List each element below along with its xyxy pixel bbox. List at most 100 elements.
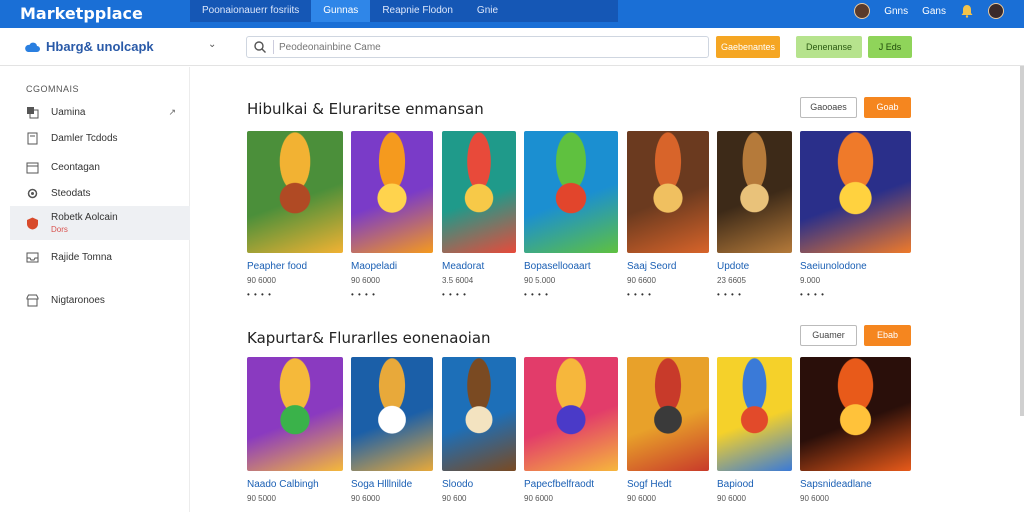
game-cover-image[interactable] (442, 357, 516, 471)
game-cover-image[interactable] (351, 131, 433, 253)
section-orange-button[interactable]: Ebab (864, 325, 911, 346)
sidebar-item-label: Rajide Tomna (51, 251, 112, 263)
sidebar-item-label: Robetk Aolcain (51, 212, 118, 223)
sidebar-title: CGOMNAIS (26, 84, 80, 94)
green-small-button[interactable]: J Eds (868, 36, 912, 58)
game-meta: 23 6605 (717, 276, 746, 285)
bell-icon[interactable] (960, 4, 974, 18)
game-meta: 90 6000 (524, 494, 553, 503)
rating-dots: • • • • (351, 290, 376, 299)
game-card[interactable]: Sloodo 90 600 (442, 357, 516, 503)
game-title[interactable]: Bapiood (717, 479, 792, 490)
game-cover-image[interactable] (524, 357, 618, 471)
game-card[interactable]: Saaj Seord 90 6600 • • • • (627, 131, 709, 299)
sub-bar: Hbarg& unolcapk ⌄ Gaebenantes Denenanse … (0, 28, 1024, 66)
layers-icon (27, 106, 39, 118)
game-card[interactable]: Soga Hlllnilde 90 6000 (351, 357, 433, 503)
search-input[interactable] (279, 39, 699, 55)
top-nav: Poonaionauerr fosriits Gunnas Reapnie Fl… (190, 0, 618, 22)
calendar-icon (26, 162, 39, 173)
scrollbar[interactable] (1020, 66, 1024, 416)
game-card[interactable]: Bapiood 90 6000 (717, 357, 792, 503)
game-title[interactable]: Sapsnideadlane (800, 479, 911, 490)
game-card[interactable]: Sogf Hedt 90 6000 (627, 357, 709, 503)
user-avatar[interactable] (988, 3, 1004, 19)
game-card[interactable]: Updote 23 6605 • • • • (717, 131, 792, 299)
top-bar: Marketpplace Poonaionauerr fosriits Gunn… (0, 0, 1024, 28)
book-icon (27, 132, 38, 144)
game-title[interactable]: Saeiunolodone (800, 261, 911, 272)
game-cover-image[interactable] (717, 131, 792, 253)
game-cover-image[interactable] (800, 357, 911, 471)
sidebar-item-label: Uamina (51, 106, 86, 118)
section-orange-button[interactable]: Goab (864, 97, 911, 118)
section-view-all-button[interactable]: Gaooaes (800, 97, 857, 118)
game-meta: 90 5000 (247, 494, 276, 503)
tab-games[interactable]: Gunnas (311, 0, 371, 22)
sidebar-item-7[interactable]: Nigtaronoes (10, 285, 190, 315)
game-cover-image[interactable] (627, 131, 709, 253)
rating-dots: • • • • (524, 290, 549, 299)
game-meta: 90 6600 (627, 276, 656, 285)
brand-logo[interactable]: Marketpplace (20, 4, 143, 23)
sidebar-item-label: Steodats (51, 187, 91, 199)
rating-dots: • • • • (627, 290, 652, 299)
game-title[interactable]: Papecfbelfraodt (524, 479, 618, 490)
sidebar-item-label: Damler Tcdods (51, 132, 118, 144)
rating-dots: • • • • (717, 290, 742, 299)
chevron-down-icon[interactable]: ⌄ (208, 39, 216, 50)
game-cover-image[interactable] (524, 131, 618, 253)
game-card[interactable]: Peapher food 90 6000 • • • • (247, 131, 343, 299)
sidebar-item-5[interactable]: Robetk Aolcain Dors (10, 206, 190, 240)
game-title[interactable]: Sogf Hedt (627, 479, 709, 490)
game-cover-image[interactable] (800, 131, 911, 253)
orange-action-button[interactable]: Gaebenantes (716, 36, 780, 58)
game-cover-image[interactable] (351, 357, 433, 471)
game-card[interactable]: Bopasellooaart 90 5.000 • • • • (524, 131, 618, 299)
game-title[interactable]: Naado Calbingh (247, 479, 343, 490)
section-title: Kapurtar& Flurarlles eonenaoian (247, 329, 491, 347)
top-link-1[interactable]: Gnns (884, 6, 908, 17)
tab-featured[interactable]: Reapnie Flodon (370, 0, 465, 22)
search-icon[interactable] (253, 40, 267, 54)
game-title[interactable]: Bopasellooaart (524, 261, 618, 272)
sidebar-item-6[interactable]: Rajide Tomna (10, 242, 190, 272)
sidebar-item-sublabel: Dors (51, 225, 68, 234)
search-bar (246, 36, 709, 58)
game-title[interactable]: Maopeladi (351, 261, 433, 272)
game-title[interactable]: Peapher food (247, 261, 343, 272)
game-card[interactable]: Saeiunolodone 9.000 • • • • (800, 131, 911, 299)
game-meta: 90 5.000 (524, 276, 556, 285)
game-cover-image[interactable] (247, 131, 343, 253)
game-title[interactable]: Meadorat (442, 261, 516, 272)
game-card[interactable]: Sapsnideadlane 90 6000 (800, 357, 911, 503)
tab-home[interactable]: Poonaionauerr fosriits (190, 0, 311, 22)
game-cover-image[interactable] (442, 131, 516, 253)
game-meta: 90 600 (442, 494, 467, 503)
game-card[interactable]: Meadorat 3.5 6004 • • • • (442, 131, 516, 299)
sidebar-item-2[interactable]: Damler Tcdods (10, 123, 190, 153)
game-title[interactable]: Sloodo (442, 479, 516, 490)
game-cover-image[interactable] (247, 357, 343, 471)
game-card[interactable]: Naado Calbingh 90 5000 (247, 357, 343, 503)
game-cover-image[interactable] (627, 357, 709, 471)
game-card[interactable]: Papecfbelfraodt 90 6000 (524, 357, 618, 503)
section-view-all-button[interactable]: Guamer (800, 325, 857, 346)
green-action-button[interactable]: Denenanse (796, 36, 862, 58)
game-meta: 9.000 (800, 276, 821, 285)
settings-icon (27, 188, 38, 198)
game-title[interactable]: Saaj Seord (627, 261, 709, 272)
game-meta: 90 6000 (247, 276, 276, 285)
game-cover-image[interactable] (717, 357, 792, 471)
store-logo[interactable]: Hbarg& unolcapk (24, 39, 154, 54)
game-title[interactable]: Updote (717, 261, 792, 272)
tab-more[interactable]: Gnie (465, 0, 510, 22)
game-card[interactable]: Maopeladi 90 6000 • • • • (351, 131, 433, 299)
game-title[interactable]: Soga Hlllnilde (351, 479, 433, 490)
chevron-right-icon: ↗ (168, 106, 176, 117)
profile-avatar[interactable] (854, 3, 871, 19)
top-link-2[interactable]: Gans (922, 6, 946, 17)
store-logo-text: Hbarg& unolcapk (46, 39, 154, 54)
sidebar-item-4[interactable]: Steodats (10, 178, 190, 208)
game-meta: 90 6000 (351, 494, 380, 503)
